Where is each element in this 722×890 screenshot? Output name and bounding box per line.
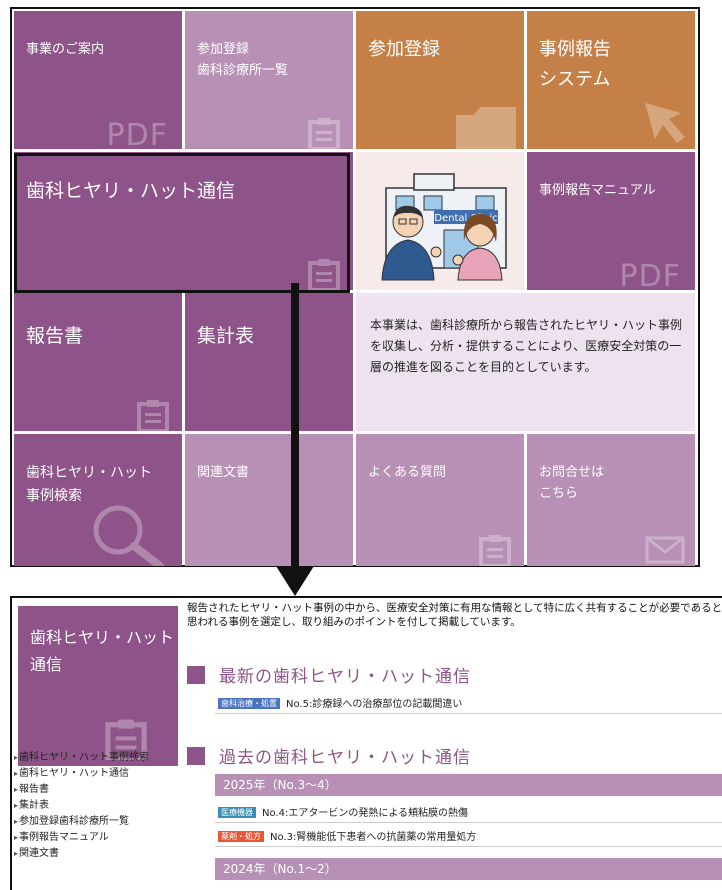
item-title: No.4:エアタービンの発熱による頬粘膜の熱傷 bbox=[262, 808, 469, 819]
side-nav: 歯科ヒヤリ・ハット事例検索 歯科ヒヤリ・ハット通信 報告書 集計表 参加登録歯科… bbox=[14, 750, 184, 862]
side-link-report[interactable]: 報告書 bbox=[14, 782, 184, 798]
category-badge: 医療機器 bbox=[218, 807, 256, 818]
tile-label: 事例報告マニュアル bbox=[539, 183, 656, 198]
tile-hiyari-hatto-tsushin[interactable]: 歯科ヒヤリ・ハット通信 bbox=[14, 152, 353, 290]
tile-label: 集計表 bbox=[197, 325, 255, 347]
tile-label: よくある質問 bbox=[368, 465, 447, 480]
pdf-watermark: PDF bbox=[106, 118, 168, 149]
tile-business-info[interactable]: 事業のご案内 PDF bbox=[14, 11, 182, 149]
tile-annual-report[interactable]: 報告書 bbox=[14, 293, 182, 431]
past-title-text: 過去の歯科ヒヤリ・ハット通信 bbox=[219, 748, 471, 768]
side-link-case-search[interactable]: 歯科ヒヤリ・ハット事例検索 bbox=[14, 750, 184, 766]
side-link-related[interactable]: 関連文書 bbox=[14, 846, 184, 862]
year-2024-bar[interactable]: 2024年（No.1〜2） bbox=[215, 858, 722, 880]
info-text: 本事業は、歯科診療所から報告されたヒヤリ・ハット事例を収集し、分析・提供すること… bbox=[370, 318, 683, 374]
clipboard-icon bbox=[308, 118, 340, 149]
tile-label: 参加登録 bbox=[368, 39, 440, 60]
past-section-title: 過去の歯科ヒヤリ・ハット通信 bbox=[187, 743, 471, 768]
past-item-row[interactable]: 医療機器 No.4:エアタービンの発熱による頬粘膜の熱傷 bbox=[215, 805, 722, 823]
tile-register[interactable]: 参加登録 bbox=[356, 11, 524, 149]
clipboard-icon bbox=[479, 535, 511, 566]
pdf-watermark: PDF bbox=[619, 259, 681, 290]
past-item-row[interactable]: 薬剤・処方 No.3:腎機能低下患者への抗菌薬の常用量処方 bbox=[215, 829, 722, 847]
tile-contact[interactable]: お問合せは こちら bbox=[527, 434, 695, 566]
side-link-participants[interactable]: 参加登録歯科診療所一覧 bbox=[14, 814, 184, 830]
side-link-tally[interactable]: 集計表 bbox=[14, 798, 184, 814]
tile-label: 事例報告 システム bbox=[539, 39, 611, 90]
tile-label: 関連文書 bbox=[197, 465, 250, 480]
tile-label: 事業のご案内 bbox=[26, 42, 105, 57]
side-link-manual[interactable]: 事例報告マニュアル bbox=[14, 830, 184, 846]
clipboard-icon bbox=[137, 400, 169, 431]
envelope-icon bbox=[645, 536, 685, 564]
folder-icon bbox=[456, 107, 516, 149]
side-link-tsushin[interactable]: 歯科ヒヤリ・ハット通信 bbox=[14, 766, 184, 782]
detail-page: 歯科ヒヤリ・ハット 通信 歯科ヒヤリ・ハット事例検索 歯科ヒヤリ・ハット通信 報… bbox=[10, 596, 722, 890]
latest-item-row[interactable]: 歯科治療・処置 No.5:診療録への治療部位の記載間違い bbox=[215, 696, 722, 714]
magnifier-icon bbox=[93, 505, 164, 566]
side-tile-label: 歯科ヒヤリ・ハット 通信 bbox=[30, 628, 175, 675]
tile-participant-list[interactable]: 参加登録 歯科診療所一覧 bbox=[185, 11, 353, 149]
item-title: No.3:腎機能低下患者への抗菌薬の常用量処方 bbox=[270, 832, 477, 843]
tile-case-search[interactable]: 歯科ヒヤリ・ハット 事例検索 bbox=[14, 434, 182, 566]
clinic-illustration: Dental Clinic bbox=[356, 152, 524, 290]
section-marker bbox=[187, 666, 205, 684]
tile-related-docs[interactable]: 関連文書 bbox=[185, 434, 353, 566]
tile-label: 歯科ヒヤリ・ハット通信 bbox=[26, 180, 236, 202]
year-2025-bar[interactable]: 2025年（No.3〜4） bbox=[215, 774, 722, 796]
category-badge: 歯科治療・処置 bbox=[218, 698, 280, 709]
latest-title-text: 最新の歯科ヒヤリ・ハット通信 bbox=[219, 667, 471, 687]
clipboard-icon bbox=[308, 259, 340, 290]
section-marker bbox=[187, 747, 205, 765]
side-tile-tsushin[interactable]: 歯科ヒヤリ・ハット 通信 bbox=[18, 606, 178, 766]
info-panel: 本事業は、歯科診療所から報告されたヒヤリ・ハット事例を収集し、分析・提供すること… bbox=[356, 293, 695, 431]
arrow-head bbox=[276, 566, 314, 596]
cursor-arrow-icon bbox=[645, 103, 685, 143]
tile-report-system[interactable]: 事例報告 システム bbox=[527, 11, 695, 149]
category-badge: 薬剤・処方 bbox=[218, 831, 264, 842]
arrow-line bbox=[291, 283, 299, 568]
tile-faq[interactable]: よくある質問 bbox=[356, 434, 524, 566]
latest-section-title: 最新の歯科ヒヤリ・ハット通信 bbox=[187, 662, 471, 687]
item-title: No.5:診療録への治療部位の記載間違い bbox=[286, 699, 463, 710]
tile-label: お問合せは こちら bbox=[539, 465, 605, 502]
tile-label: 報告書 bbox=[26, 325, 84, 347]
dental-clinic-illustration: Dental Clinic bbox=[381, 173, 507, 281]
intro-text: 報告されたヒヤリ・ハット事例の中から、医療安全対策に有用な情報として特に広く共有… bbox=[187, 602, 722, 628]
menu-grid: 事業のご案内 PDF 参加登録 歯科診療所一覧 参加登録 事例報告 システム 歯… bbox=[10, 7, 700, 567]
tile-report-manual[interactable]: 事例報告マニュアル PDF bbox=[527, 152, 695, 290]
tile-label: 参加登録 歯科診療所一覧 bbox=[197, 42, 289, 79]
tile-tally-table[interactable]: 集計表 bbox=[185, 293, 353, 431]
